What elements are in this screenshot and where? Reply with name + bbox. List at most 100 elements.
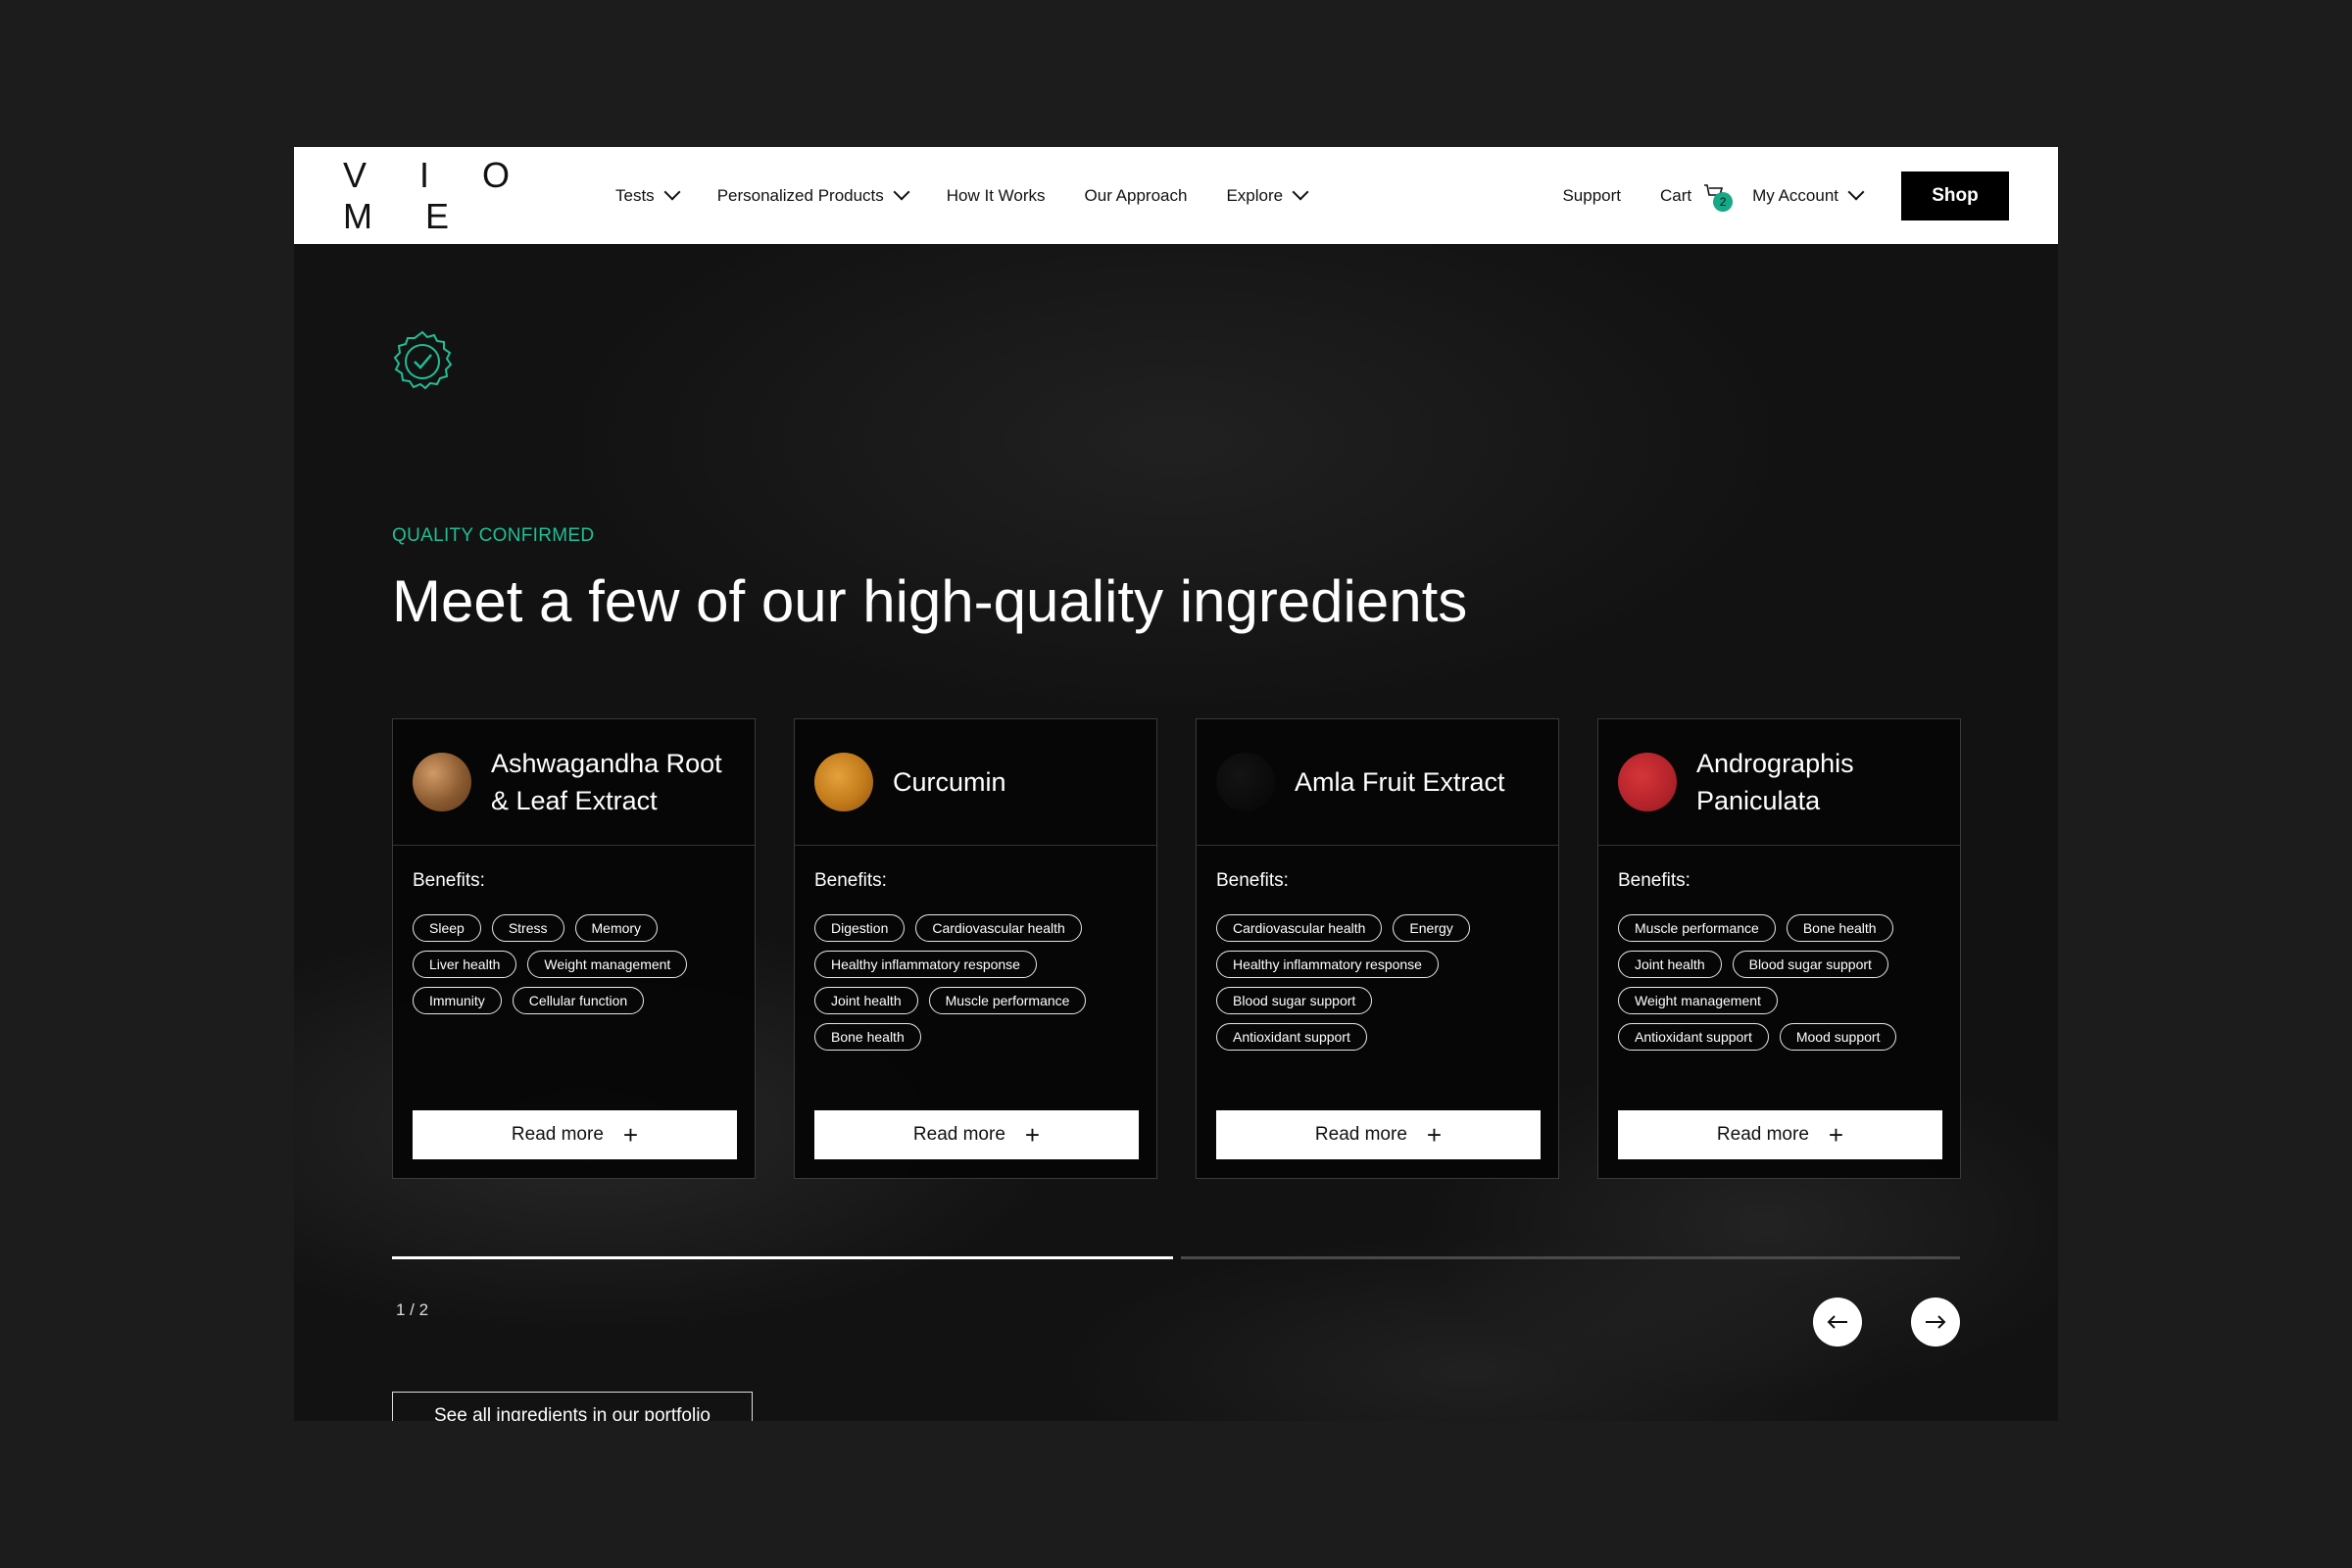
- carousel-next-button[interactable]: [1911, 1298, 1960, 1347]
- benefit-tag: Antioxidant support: [1618, 1023, 1769, 1051]
- benefit-tag: Blood sugar support: [1216, 987, 1373, 1014]
- quality-eyebrow: QUALITY CONFIRMED: [392, 525, 595, 546]
- benefit-tag: Joint health: [1618, 951, 1722, 978]
- ingredient-card: Ashwagandha Root & Leaf Extract Benefits…: [392, 718, 756, 1179]
- benefit-tag: Sleep: [413, 914, 481, 942]
- chevron-down-icon: [663, 183, 681, 201]
- support-link[interactable]: Support: [1562, 186, 1621, 206]
- read-more-button[interactable]: Read more +: [1216, 1110, 1541, 1159]
- nav-tests-label: Tests: [615, 185, 655, 205]
- carousel-progress-divider: [1173, 1255, 1181, 1260]
- cart-link[interactable]: Cart 2: [1660, 183, 1734, 212]
- nav-tests[interactable]: Tests: [615, 183, 681, 206]
- card-header: Andrographis Paniculata: [1598, 719, 1960, 846]
- ingredient-name: Ashwagandha Root & Leaf Extract: [491, 749, 722, 815]
- benefit-tag: Antioxidant support: [1216, 1023, 1367, 1051]
- browser-frame: V I O M E Tests Personalized Products Ho…: [294, 147, 2058, 1421]
- header-actions: Support Cart 2 My Account Shop: [1562, 171, 2009, 220]
- nav-personalized-products-label: Personalized Products: [716, 185, 884, 205]
- read-more-label: Read more: [912, 1124, 1005, 1145]
- nav-personalized-products[interactable]: Personalized Products: [716, 183, 910, 206]
- plus-icon: +: [622, 1120, 639, 1150]
- benefit-tag: Stress: [491, 914, 564, 942]
- read-more-label: Read more: [1314, 1124, 1407, 1145]
- benefits-label: Benefits:: [413, 870, 485, 891]
- ingredient-thumbnail: [1618, 753, 1677, 811]
- benefit-tag: Mood support: [1779, 1023, 1897, 1051]
- benefit-tags: Digestion Cardiovascular health Healthy …: [814, 914, 1143, 1059]
- nav-our-approach-label: Our Approach: [1084, 185, 1188, 205]
- benefit-tag: Cardiovascular health: [915, 914, 1082, 942]
- plus-icon: +: [1828, 1120, 1844, 1150]
- read-more-button[interactable]: Read more +: [814, 1110, 1139, 1159]
- carousel-counter: 1 / 2: [396, 1300, 429, 1319]
- card-header: Ashwagandha Root & Leaf Extract: [393, 719, 755, 846]
- benefit-tag: Weight management: [1618, 987, 1778, 1014]
- my-account-label: My Account: [1752, 185, 1838, 205]
- cart-icon: 2: [1703, 183, 1734, 212]
- ingredient-cards: Ashwagandha Root & Leaf Extract Benefits…: [392, 718, 1961, 1179]
- benefit-tag: Cardiovascular health: [1216, 914, 1383, 942]
- ingredient-name: Andrographis Paniculata: [1696, 749, 1854, 815]
- benefit-tag: Bone health: [814, 1023, 921, 1051]
- card-header: Amla Fruit Extract: [1197, 719, 1558, 846]
- site-header: V I O M E Tests Personalized Products Ho…: [294, 147, 2058, 244]
- read-more-label: Read more: [511, 1124, 604, 1145]
- card-header: Curcumin: [795, 719, 1156, 846]
- arrow-left-icon: [1827, 1315, 1847, 1329]
- ingredient-name: Curcumin: [893, 767, 1006, 797]
- ingredients-section: QUALITY CONFIRMED Meet a few of our high…: [294, 244, 2058, 1421]
- benefit-tag: Immunity: [413, 987, 502, 1014]
- ingredient-name: Amla Fruit Extract: [1295, 767, 1505, 797]
- nav-our-approach[interactable]: Our Approach: [1085, 186, 1188, 206]
- benefit-tag: Energy: [1393, 914, 1470, 942]
- benefit-tag: Cellular function: [512, 987, 645, 1014]
- shop-button[interactable]: Shop: [1901, 171, 2009, 220]
- arrow-right-icon: [1926, 1315, 1946, 1329]
- nav-explore-label: Explore: [1226, 185, 1284, 205]
- benefit-tag: Healthy inflammatory response: [1216, 951, 1439, 978]
- benefit-tag: Healthy inflammatory response: [814, 951, 1037, 978]
- cart-label: Cart: [1660, 185, 1692, 205]
- carousel-progress-fill: [392, 1256, 1173, 1259]
- benefit-tag: Memory: [574, 914, 659, 942]
- read-more-button[interactable]: Read more +: [413, 1110, 737, 1159]
- benefits-label: Benefits:: [814, 870, 887, 891]
- plus-icon: +: [1426, 1120, 1443, 1150]
- benefit-tag: Blood sugar support: [1732, 951, 1888, 978]
- benefit-tags: Sleep Stress Memory Liver health Weight …: [413, 914, 741, 1023]
- benefit-tags: Muscle performance Bone health Joint hea…: [1618, 914, 1946, 1059]
- section-title: Meet a few of our high-quality ingredien…: [392, 568, 1468, 634]
- plus-icon: +: [1024, 1120, 1041, 1150]
- chevron-down-icon: [1847, 183, 1865, 201]
- ingredient-thumbnail: [814, 753, 873, 811]
- cart-count-badge: 2: [1713, 191, 1734, 212]
- benefits-label: Benefits:: [1618, 870, 1690, 891]
- benefit-tag: Digestion: [814, 914, 906, 942]
- read-more-label: Read more: [1716, 1124, 1809, 1145]
- nav-explore[interactable]: Explore: [1226, 183, 1309, 206]
- main-nav: Tests Personalized Products How It Works…: [615, 183, 1346, 206]
- viome-logo[interactable]: V I O M E: [343, 155, 588, 237]
- carousel-prev-button[interactable]: [1813, 1298, 1862, 1347]
- benefits-label: Benefits:: [1216, 870, 1289, 891]
- read-more-button[interactable]: Read more +: [1618, 1110, 1942, 1159]
- ingredient-card: Amla Fruit Extract Benefits: Cardiovascu…: [1196, 718, 1559, 1179]
- nav-how-it-works-label: How It Works: [946, 185, 1046, 205]
- benefit-tag: Weight management: [527, 951, 688, 978]
- nav-how-it-works[interactable]: How It Works: [947, 186, 1046, 206]
- benefit-tags: Cardiovascular health Energy Healthy inf…: [1216, 914, 1544, 1059]
- verified-check-badge-icon: [393, 330, 453, 390]
- ingredient-thumbnail: [413, 753, 471, 811]
- benefit-tag: Liver health: [413, 951, 517, 978]
- benefit-tag: Bone health: [1786, 914, 1893, 942]
- see-all-ingredients-button[interactable]: See all ingredients in our portfolio: [392, 1392, 753, 1421]
- benefit-tag: Joint health: [814, 987, 918, 1014]
- benefit-tag: Muscle performance: [928, 987, 1087, 1014]
- ingredient-card: Curcumin Benefits: Digestion Cardiovascu…: [794, 718, 1157, 1179]
- my-account-menu[interactable]: My Account: [1752, 183, 1865, 206]
- carousel-progress[interactable]: [392, 1255, 1960, 1260]
- ingredient-thumbnail: [1216, 753, 1275, 811]
- chevron-down-icon: [1292, 183, 1309, 201]
- chevron-down-icon: [893, 183, 910, 201]
